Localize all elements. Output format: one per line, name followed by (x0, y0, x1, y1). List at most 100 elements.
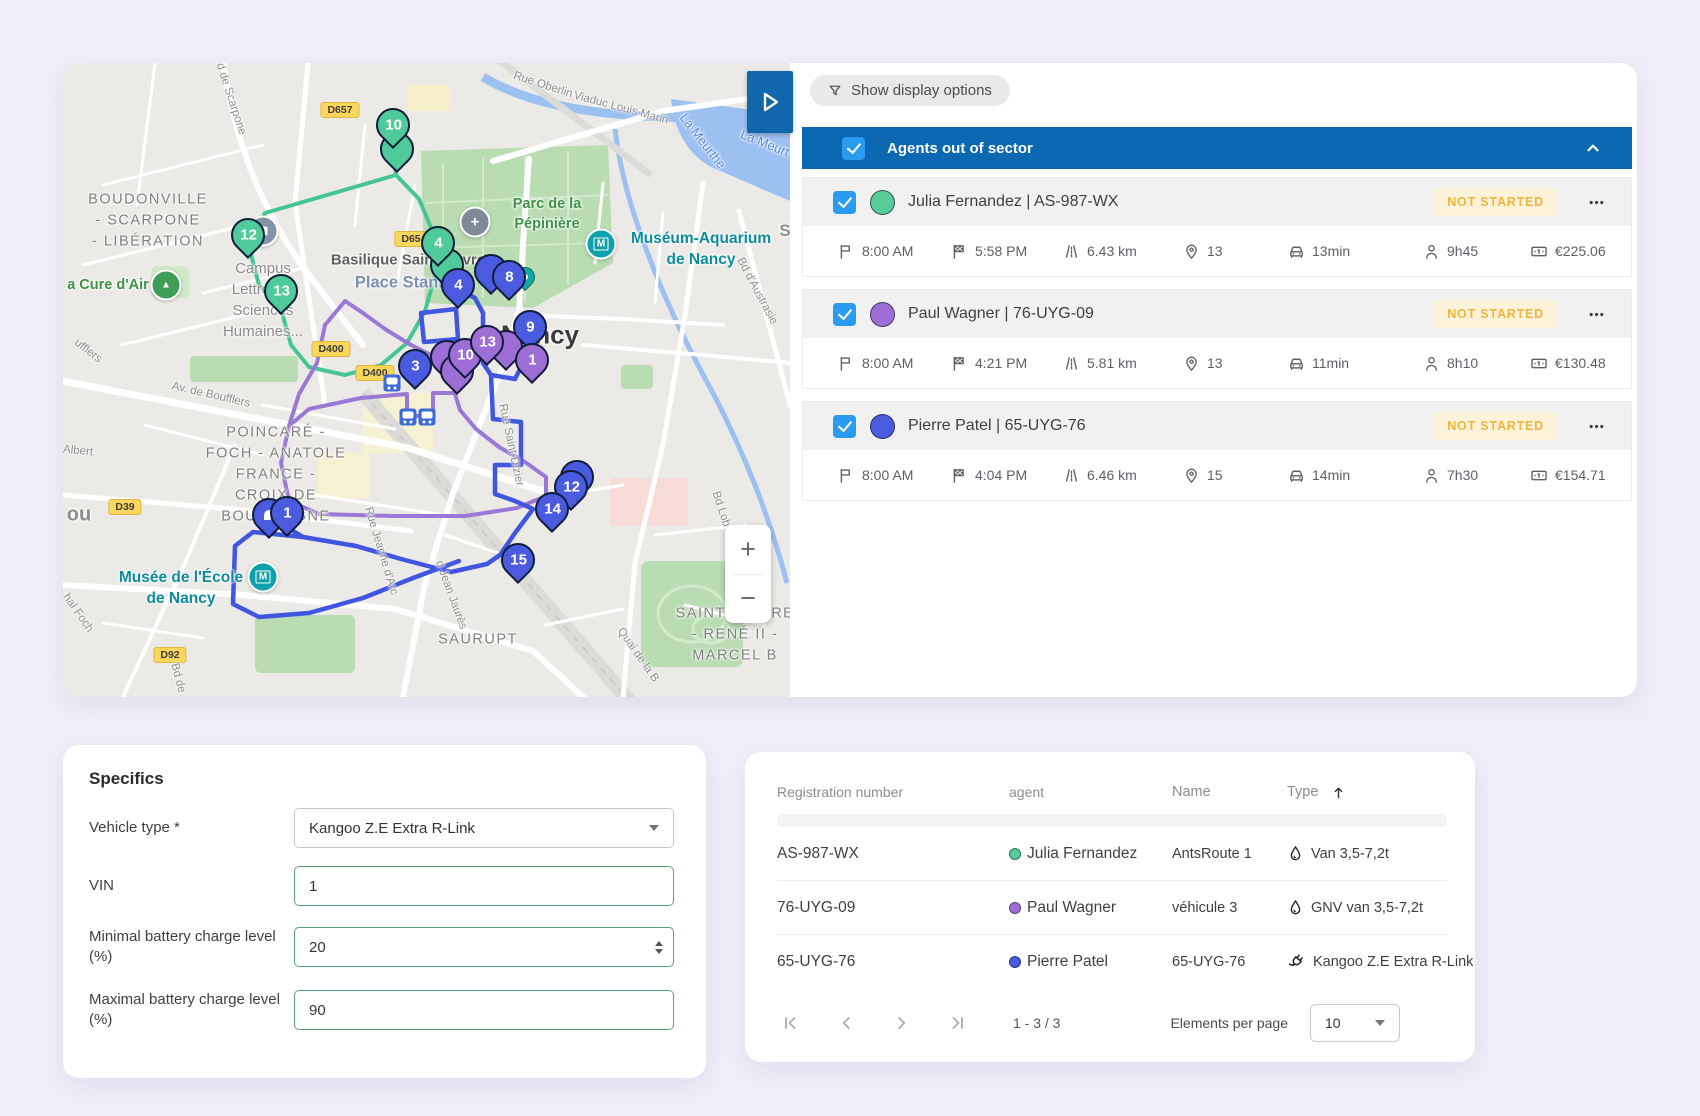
cell-agent: Paul Wagner (1009, 899, 1172, 917)
previous-page-button[interactable] (833, 1010, 859, 1036)
stat-end: 4:04 PM (951, 467, 1063, 484)
cell-registration: AS-987-WX (777, 845, 1009, 863)
select-all-agents-checkbox[interactable] (842, 137, 865, 160)
agent-checkbox[interactable] (833, 191, 856, 214)
road-shield-badge: D39 (108, 499, 141, 515)
last-page-button[interactable] (945, 1010, 971, 1036)
column-header-registration-number[interactable]: Registration number (777, 784, 1009, 800)
column-header-name[interactable]: Name (1172, 784, 1287, 800)
show-display-options-button[interactable]: Show display options (810, 75, 1010, 106)
filter-icon (828, 84, 842, 98)
per-page-select[interactable]: 10 (1310, 1004, 1400, 1042)
finish-flag-icon (951, 467, 968, 484)
vehicle-type-label: Vehicle type * (89, 818, 294, 838)
start-flag-icon (838, 355, 855, 372)
stat-stops: 13 (1183, 355, 1288, 372)
vin-value: 1 (309, 878, 317, 895)
table-scrollbar[interactable] (777, 814, 1447, 827)
agent-name: Pierre Patel | 65-UYG-76 (908, 417, 1086, 435)
cell-type: GNV van 3,5-7,2t (1287, 899, 1447, 916)
zoom-in-button[interactable]: + (725, 525, 771, 574)
pin-icon (1183, 243, 1200, 260)
cell-agent: Julia Fernandez (1009, 845, 1172, 863)
agents-out-of-sector-header[interactable]: Agents out of sector (802, 127, 1632, 169)
cell-agent-name: Pierre Patel (1027, 953, 1108, 971)
stat-distance: 6.43 km (1063, 243, 1183, 260)
next-page-button[interactable] (889, 1010, 915, 1036)
cell-agent-name: Paul Wagner (1027, 899, 1116, 917)
stat-stops: 15 (1183, 467, 1288, 484)
column-header-label: Name (1172, 784, 1211, 800)
column-header-agent[interactable]: agent (1009, 784, 1172, 800)
map[interactable]: D657D65D400D400D39D92BOUDONVILLE- SCARPO… (63, 63, 790, 697)
agent-row-header[interactable]: Paul Wagner | 76-UYG-09NOT STARTED (803, 290, 1631, 338)
vehicle-type-value: Kangoo Z.E Extra R-Link (309, 820, 475, 837)
banknote-icon (1530, 243, 1548, 260)
column-header-type[interactable]: Type (1287, 784, 1447, 800)
chevron-up-icon[interactable] (1584, 139, 1602, 157)
church-icon: + (460, 207, 491, 238)
arrow-right-icon (757, 89, 783, 115)
stat-start: 8:00 AM (838, 243, 951, 260)
cell-type-value: GNV van 3,5-7,2t (1311, 900, 1423, 916)
column-header-label: agent (1009, 784, 1044, 800)
stat-stops-value: 13 (1207, 355, 1223, 371)
page-range: 1 - 3 / 3 (1013, 1015, 1060, 1031)
tree-icon: ▲ (151, 270, 182, 301)
transit-station-icon (419, 409, 436, 426)
max-battery-value: 90 (309, 1002, 326, 1019)
table-row[interactable]: 65-UYG-76Pierre Patel65-UYG-76Kangoo Z.E… (777, 935, 1447, 988)
stat-cost: €225.06 (1530, 243, 1606, 260)
agent-checkbox[interactable] (833, 303, 856, 326)
table-row[interactable]: 76-UYG-09Paul Wagnervéhicule 3GNV van 3,… (777, 881, 1447, 935)
vehicle-type-row: Vehicle type * Kangoo Z.E Extra R-Link (89, 808, 674, 848)
cell-type: Kangoo Z.E Extra R-Link (1287, 952, 1473, 971)
stat-duration-value: 7h30 (1447, 467, 1478, 483)
stat-cost-value: €154.71 (1555, 467, 1606, 483)
cell-type-value: Kangoo Z.E Extra R-Link (1313, 954, 1473, 970)
stat-start-value: 8:00 AM (862, 467, 913, 483)
stat-end-value: 5:58 PM (975, 243, 1027, 259)
stat-end-value: 4:21 PM (975, 355, 1027, 371)
stat-duration-value: 9h45 (1447, 243, 1478, 259)
stat-driving: 14min (1288, 467, 1423, 484)
number-stepper[interactable] (655, 941, 663, 954)
agent-menu-button[interactable] (1584, 190, 1609, 215)
droplet-icon (1287, 845, 1304, 862)
agent-color-dot (1009, 848, 1021, 860)
min-battery-input[interactable]: 20 (294, 927, 674, 967)
cell-name: véhicule 3 (1172, 900, 1287, 916)
min-battery-label: Minimal battery charge level (%) (89, 927, 294, 968)
road-icon (1063, 355, 1080, 372)
agent-checkbox[interactable] (833, 415, 856, 438)
agent-stats-row: 8:00 AM5:58 PM6.43 km1313min9h45€225.06 (803, 226, 1631, 276)
agent-row-header[interactable]: Pierre Patel | 65-UYG-76NOT STARTED (803, 402, 1631, 450)
stat-driving-value: 13min (1312, 243, 1350, 259)
table-row[interactable]: AS-987-WXJulia FernandezAntsRoute 1Van 3… (777, 827, 1447, 881)
agent-name: Paul Wagner | 76-UYG-09 (908, 305, 1094, 323)
stat-distance-value: 6.46 km (1087, 467, 1137, 483)
agent-avatar (870, 190, 895, 215)
max-battery-row: Maximal battery charge level (%) 90 (89, 990, 674, 1031)
start-flag-icon (838, 243, 855, 260)
vin-input[interactable]: 1 (294, 866, 674, 906)
agent-color-dot (1009, 956, 1021, 968)
transit-station-icon (400, 409, 417, 426)
caret-down-icon (1375, 1020, 1385, 1026)
collapse-panel-button[interactable] (747, 71, 793, 133)
first-page-button[interactable] (777, 1010, 803, 1036)
status-badge: NOT STARTED (1433, 188, 1558, 216)
agent-menu-button[interactable] (1584, 302, 1609, 327)
zoom-out-button[interactable]: − (725, 575, 771, 624)
stat-duration: 7h30 (1423, 467, 1530, 484)
agent-menu-button[interactable] (1584, 414, 1609, 439)
cell-name: 65-UYG-76 (1172, 954, 1287, 970)
stat-end: 5:58 PM (951, 243, 1063, 260)
min-battery-value: 20 (309, 939, 326, 956)
pin-icon (1183, 467, 1200, 484)
agent-row-header[interactable]: Julia Fernandez | AS-987-WXNOT STARTED (803, 178, 1631, 226)
max-battery-input[interactable]: 90 (294, 990, 674, 1030)
specifics-card: Specifics Vehicle type * Kangoo Z.E Extr… (63, 745, 706, 1078)
start-flag-icon (838, 467, 855, 484)
vehicle-type-select[interactable]: Kangoo Z.E Extra R-Link (294, 808, 674, 848)
